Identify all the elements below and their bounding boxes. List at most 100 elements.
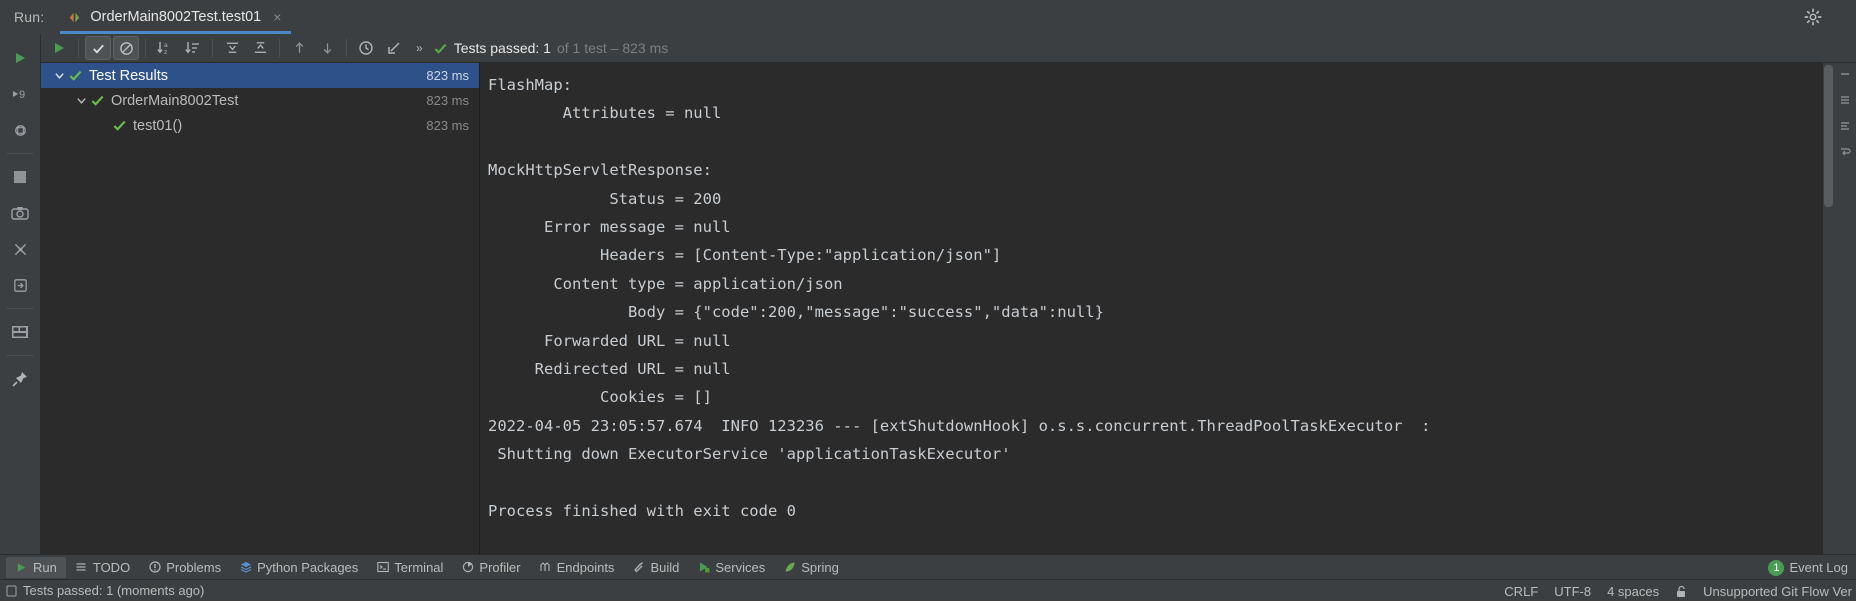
tool-window-profiler[interactable]: Profiler xyxy=(452,557,529,578)
screenshot-icon[interactable] xyxy=(5,198,35,228)
tool-window-label: Profiler xyxy=(479,559,521,575)
rail-divider xyxy=(7,308,33,309)
sort-by-duration-button[interactable] xyxy=(180,36,206,60)
rerun-icon[interactable] xyxy=(5,43,35,73)
check-green-icon xyxy=(67,67,84,84)
tool-window-label: Problems xyxy=(166,559,222,575)
test-history-button[interactable] xyxy=(353,36,379,60)
git-flow-status-widget[interactable]: Unsupported Git Flow Ver xyxy=(1703,584,1852,599)
status-bar-widgets: CRLF UTF-8 4 spaces Unsupported Git Flow… xyxy=(1504,580,1852,601)
debug-icon[interactable]: 9 xyxy=(5,79,35,109)
event-log-count: 1 xyxy=(1768,559,1785,576)
ide-run-window: Run: OrderMain8002Test.test01 × 9 a z » … xyxy=(0,0,1856,601)
scrollbar[interactable] xyxy=(1823,63,1834,554)
toolbar-overflow-button[interactable]: » xyxy=(408,41,431,55)
lock-icon[interactable] xyxy=(1675,585,1687,598)
check-green-icon xyxy=(433,41,448,56)
table-row[interactable]: test01() 823 ms xyxy=(41,113,479,138)
console-output-pane[interactable]: FlashMap: Attributes = null MockHttpServ… xyxy=(480,63,1834,554)
tool-window-label: Run xyxy=(33,559,57,575)
run-configuration-icon xyxy=(66,9,82,25)
minimize-icon[interactable] xyxy=(1838,67,1852,81)
show-ignored-button[interactable] xyxy=(113,36,139,60)
console-side-rail xyxy=(1834,63,1856,554)
export-icon[interactable] xyxy=(5,270,35,300)
test-tree-pane[interactable]: Test Results 823 ms OrderMain8002Test 82… xyxy=(41,63,480,554)
tree-node-label: test01() xyxy=(133,117,183,134)
test-status-summary: Tests passed: 1 of 1 test – 823 ms xyxy=(433,40,668,56)
tool-window-build[interactable]: Build xyxy=(623,557,688,578)
scrollbar-thumb[interactable] xyxy=(1824,65,1833,207)
tool-window-python-packages[interactable]: Python Packages xyxy=(230,557,367,578)
tool-window-label: Build xyxy=(650,559,680,575)
tool-window-label: Python Packages xyxy=(257,559,359,575)
tool-window-label: Endpoints xyxy=(556,559,615,575)
layout-icon[interactable] xyxy=(5,317,35,347)
check-green-icon xyxy=(111,117,128,134)
run-tab-ordermain8002test[interactable]: OrderMain8002Test.test01 × xyxy=(60,0,292,34)
toolbar-divider xyxy=(279,39,280,57)
endpoints-icon xyxy=(539,561,552,574)
tool-window-label: Services xyxy=(715,559,766,575)
next-failed-test-button[interactable] xyxy=(314,36,340,60)
collapse-all-button[interactable] xyxy=(247,36,273,60)
chevron-down-icon[interactable] xyxy=(51,68,67,84)
test-toolbar: a z » Tests passed: 1 of 1 test – 823 ms xyxy=(41,34,1856,63)
list-lines-icon[interactable] xyxy=(1838,93,1852,107)
check-green-icon xyxy=(89,92,106,109)
soft-wrap-icon[interactable] xyxy=(1838,145,1852,159)
tool-window-services[interactable]: Services xyxy=(688,557,774,578)
stop-icon[interactable] xyxy=(5,162,35,192)
toolbar-divider xyxy=(346,39,347,57)
tests-passed-count: Tests passed: 1 xyxy=(453,40,551,56)
scroll-to-stacktrace-button[interactable] xyxy=(381,36,407,60)
close-icon[interactable]: × xyxy=(269,10,285,24)
svg-text:a: a xyxy=(164,42,168,49)
tool-window-problems[interactable]: Problems xyxy=(139,557,230,578)
sort-alphabetically-button[interactable]: a z xyxy=(152,36,178,60)
notification-icon xyxy=(6,585,17,597)
previous-failed-test-button[interactable] xyxy=(286,36,312,60)
tool-window-run[interactable]: Run xyxy=(6,556,66,578)
run-label: Run: xyxy=(14,9,45,25)
run-actions-rail: 9 xyxy=(0,34,41,554)
file-encoding-widget[interactable]: UTF-8 xyxy=(1554,584,1591,599)
indent-setting-widget[interactable]: 4 spaces xyxy=(1607,584,1659,599)
wrap-lines-icon[interactable] xyxy=(1838,119,1852,133)
run-icon xyxy=(15,561,28,574)
event-log-button[interactable]: 1 Event Log xyxy=(1768,555,1848,580)
rail-divider xyxy=(7,153,33,154)
line-separator-widget[interactable]: CRLF xyxy=(1504,584,1538,599)
run-window-body: 9 a z » Tests passed: 1 of 1 test – 823 … xyxy=(0,34,1856,554)
svg-text:z: z xyxy=(164,49,167,56)
mute-breakpoints-icon[interactable] xyxy=(5,234,35,264)
tool-window-bar: Run TODO Problems Python Packages Termin xyxy=(0,554,1856,579)
gear-icon[interactable] xyxy=(1804,8,1822,26)
table-row[interactable]: Test Results 823 ms xyxy=(41,63,479,88)
tree-node-duration: 823 ms xyxy=(426,93,469,108)
test-runner-column: a z » Tests passed: 1 of 1 test – 823 ms… xyxy=(41,34,1856,554)
toolbar-divider xyxy=(145,39,146,57)
tool-window-label: TODO xyxy=(92,559,131,575)
pin-tab-icon[interactable] xyxy=(5,364,35,394)
chevron-down-icon[interactable] xyxy=(73,93,89,109)
rerun-automatically-icon[interactable] xyxy=(5,115,35,145)
console-output-text: FlashMap: Attributes = null MockHttpServ… xyxy=(488,76,1431,521)
status-bar-message[interactable]: Tests passed: 1 (moments ago) xyxy=(6,583,204,598)
show-passed-button[interactable] xyxy=(85,36,111,60)
tool-window-terminal[interactable]: Terminal xyxy=(367,557,452,578)
tool-window-endpoints[interactable]: Endpoints xyxy=(530,557,624,578)
problems-icon xyxy=(148,561,161,574)
tool-window-label: Spring xyxy=(801,559,839,575)
svg-text:9: 9 xyxy=(19,89,25,101)
rerun-tests-button[interactable] xyxy=(46,36,72,60)
tree-node-label: Test Results xyxy=(89,67,168,84)
python-packages-icon xyxy=(239,561,252,574)
tool-window-todo[interactable]: TODO xyxy=(66,557,139,578)
run-header: Run: OrderMain8002Test.test01 × xyxy=(0,0,1856,34)
tool-window-spring[interactable]: Spring xyxy=(774,557,848,578)
table-row[interactable]: OrderMain8002Test 823 ms xyxy=(41,88,479,113)
expand-all-button[interactable] xyxy=(219,36,245,60)
todo-list-icon xyxy=(75,561,88,574)
